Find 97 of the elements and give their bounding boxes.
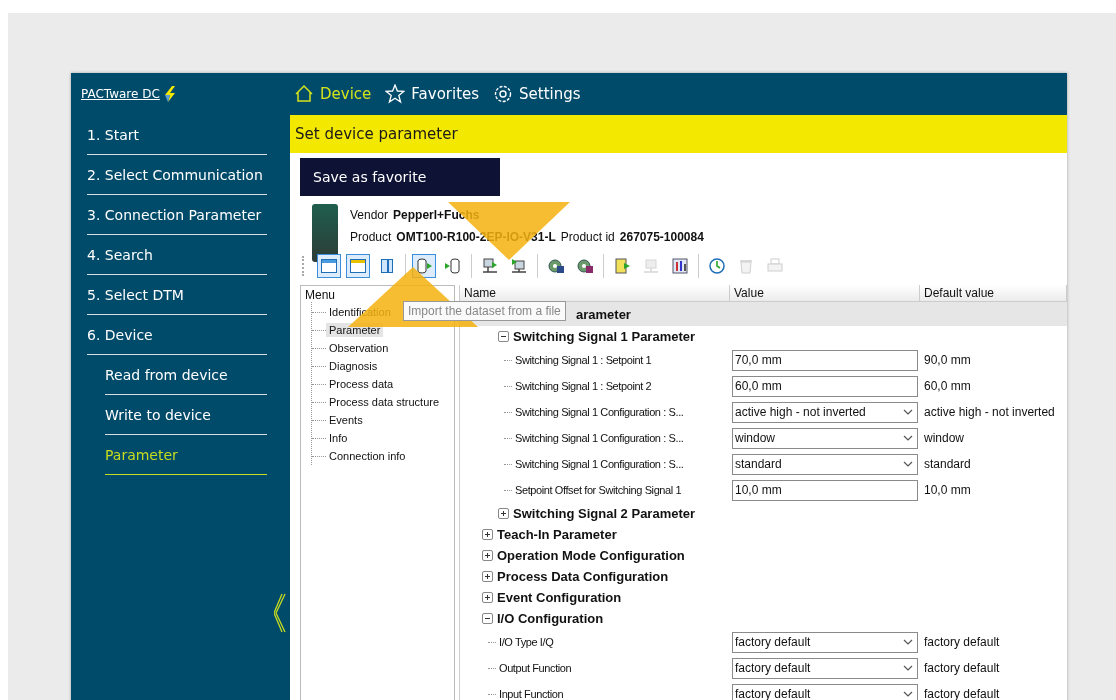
product-id-label: Product id [560,230,615,244]
panel-icon [378,257,396,275]
group-label: Switching Signal 2 Parameter [513,506,696,521]
sidebar-item[interactable]: Parameter [105,435,267,475]
toolbar-button[interactable] [346,254,370,278]
dropdown[interactable]: standard [732,453,918,475]
nav-tab[interactable]: Favorites [385,84,480,104]
toolbar-button[interactable] [317,254,341,278]
group-label: Operation Mode Configuration [497,548,685,563]
app-logo: PACTware DC [81,87,160,101]
tooltip: Import the dataset from a file [403,301,566,321]
default-value: standard [923,457,972,471]
default-value: factory default [923,687,1001,700]
nav-tab[interactable]: Device [294,84,372,104]
home-icon [294,84,314,104]
chevron-down-icon [903,409,913,415]
sidebar-item[interactable]: 1. Start [87,115,267,155]
chevron-down-icon [903,665,913,671]
save-favorite-button[interactable]: Save as favorite [300,158,500,196]
menu-item[interactable]: Observation [326,341,392,355]
column-header[interactable]: Default value [920,285,1067,301]
menu-item[interactable]: Info [326,431,351,445]
default-value: window [923,431,966,445]
input-field[interactable]: 60,0 mm [732,375,918,397]
chevron-down-icon [903,461,913,467]
input-field[interactable]: 70,0 mm [732,349,918,371]
expand-toggle[interactable] [482,592,493,603]
cylinder-arrow-icon [415,257,433,275]
menu-item[interactable]: Process data structure [326,395,443,409]
parameter-name: Setpoint Offset for Switching Signal 1 [515,484,682,496]
bar-chart-icon [671,257,689,275]
nav-tab[interactable]: Settings [493,84,581,104]
sidebar-item[interactable]: 4. Search [87,235,267,275]
group-label: Teach-In Parameter [497,527,617,542]
dropdown[interactable]: factory default [732,683,918,700]
sidebar-item[interactable]: 2. Select Communication [87,155,267,195]
expand-toggle[interactable] [498,508,509,519]
settings-icon [493,84,514,104]
group-label: Process Data Configuration [497,569,669,584]
parameter-name: Switching Signal 1 Configuration : S... [515,432,684,444]
column-header[interactable]: Value [730,285,920,301]
collapse-chevron-icon[interactable] [274,593,286,633]
default-value: 60,0 mm [923,379,972,393]
parameter-name: Switching Signal 1 : Setpoint 2 [515,380,652,392]
menu-item[interactable]: Events [326,413,366,427]
printer-icon [766,257,784,275]
parameter-name: I/O Type I/Q [499,636,554,648]
monitor-arrow-icon [510,257,528,275]
parameter-name: Switching Signal 1 Configuration : S... [515,458,684,470]
expand-toggle[interactable] [482,550,493,561]
chevron-down-icon [903,639,913,645]
window-icon [320,257,338,275]
vendor-label: Vendor [350,208,389,222]
trash-icon [737,257,755,275]
menu-title: Menu [305,288,337,302]
group-label: Switching Signal 1 Parameter [513,329,696,344]
product-label: Product [350,230,392,244]
chevron-down-icon [903,435,913,441]
expand-toggle[interactable] [482,529,493,540]
page-title: Set device parameter [290,115,1067,153]
collapse-toggle[interactable] [498,331,509,342]
parameter-name: Switching Signal 1 Configuration : S... [515,406,684,418]
default-value: factory default [923,635,1001,649]
default-value: 90,0 mm [923,353,972,367]
window-icon [349,257,367,275]
star-icon [385,84,406,104]
expand-toggle[interactable] [482,571,493,582]
dropdown[interactable]: factory default [732,657,918,679]
sidebar-item[interactable]: 3. Connection Parameter [87,195,267,235]
sidebar-item[interactable]: Write to device [105,395,267,435]
product-id-value: 267075-100084 [619,230,704,244]
group-label: Event Configuration [497,590,622,605]
logo-mark-icon [163,85,176,103]
sidebar-item[interactable]: Read from device [105,355,267,395]
chevron-down-icon [903,691,913,697]
dropdown[interactable]: window [732,427,918,449]
default-value: active high - not inverted [923,405,1056,419]
parameter-name: Switching Signal 1 : Setpoint 1 [515,354,652,366]
sidebar-item[interactable]: 6. Device [87,315,267,355]
document-arrow-icon [613,257,631,275]
monitor-arrow-icon [481,257,499,275]
menu-item[interactable]: Connection info [326,449,409,463]
dropdown[interactable]: factory default [732,631,918,653]
sidebar-item[interactable]: 5. Select DTM [87,275,267,315]
cylinder-arrow-icon [444,257,462,275]
parameter-name: Output Function [499,662,572,674]
parameter-name: Input Function [499,688,564,700]
default-value: 10,0 mm [923,483,972,497]
default-value: factory default [923,661,1001,675]
menu-item[interactable]: Process data [326,377,397,391]
input-field[interactable]: 10,0 mm [732,479,918,501]
collapse-toggle[interactable] [482,613,493,624]
category-label: arameter [576,306,631,322]
group-label: I/O Configuration [497,611,604,626]
menu-item[interactable]: Diagnosis [326,359,381,373]
dropdown[interactable]: active high - not inverted [732,401,918,423]
clock-icon [708,257,726,275]
